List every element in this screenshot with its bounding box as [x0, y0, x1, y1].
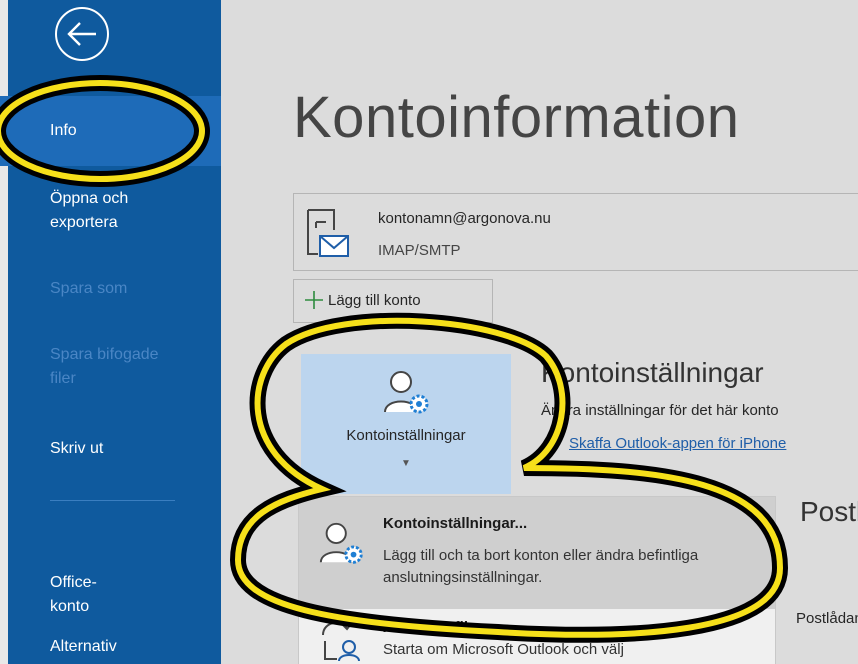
page-title: Kontoinformation — [293, 85, 740, 150]
sidebar-item-save-as[interactable]: Spara som — [0, 280, 221, 310]
sidebar-item-label: Office- — [50, 574, 97, 591]
profile-switch-icon — [322, 621, 360, 662]
sidebar-item-save-attachments[interactable]: Spara bifogade filer — [0, 346, 221, 398]
sidebar-item-label: Öppna och — [50, 190, 129, 207]
sidebar-item-info[interactable]: Info — [0, 96, 221, 166]
sidebar-item-label: exportera — [50, 214, 118, 231]
menu-item-change-profile[interactable]: Ändra profil Starta om Microsoft Outlook… — [299, 609, 775, 664]
account-email: kontonamn@argonova.nu — [378, 210, 551, 227]
account-settings-button[interactable]: Kontoinställningar ▼ — [301, 354, 511, 494]
sidebar-item-label: konto — [50, 598, 90, 615]
section-title: Kontoinställningar — [541, 357, 764, 388]
user-settings-icon — [319, 522, 363, 564]
sidebar-divider — [50, 500, 175, 501]
outlook-backstage: Info Öppna och exportera Spara som Spara… — [0, 0, 858, 664]
mailbox-section-description: Postlådan genom — [796, 610, 858, 627]
account-type: IMAP/SMTP — [378, 242, 461, 259]
account-settings-dropdown: Kontoinställningar... Lägg till och ta b… — [298, 496, 776, 664]
menu-item-description: Starta om Microsoft Outlook och välj — [383, 641, 624, 658]
menu-item-account-settings[interactable]: Kontoinställningar... Lägg till och ta b… — [299, 497, 775, 609]
mailbox-section-title: Postlåda — [800, 496, 858, 527]
back-arrow-icon[interactable] — [52, 4, 112, 64]
sidebar-item-open-export[interactable]: Öppna och exportera — [0, 190, 221, 250]
add-account-button[interactable]: Lägg till konto — [293, 279, 493, 323]
add-account-label: Lägg till konto — [328, 292, 421, 309]
chevron-down-icon: ▼ — [401, 458, 411, 469]
user-settings-icon — [384, 371, 429, 414]
menu-item-title: Kontoinställningar... — [383, 515, 528, 532]
outlook-app-link[interactable]: Skaffa Outlook-appen för iPhone — [569, 435, 786, 452]
sidebar-item-options[interactable]: Alternativ — [0, 638, 221, 664]
sidebar-item-label: Info — [50, 122, 77, 139]
sidebar-item-label: Skriv ut — [50, 440, 104, 457]
backstage-sidebar: Info Öppna och exportera Spara som Spara… — [0, 0, 221, 664]
mail-account-icon — [307, 209, 349, 257]
menu-item-title: Ändra profil — [383, 619, 468, 636]
sidebar-item-label: Alternativ — [50, 638, 117, 655]
sidebar-item-print[interactable]: Skriv ut — [0, 440, 221, 470]
sidebar-item-label: Spara bifogade — [50, 346, 159, 363]
plus-icon — [305, 291, 323, 309]
account-settings-label: Kontoinställningar — [346, 427, 466, 444]
menu-item-description: Lägg till och ta bort konton eller ändra… — [383, 547, 699, 586]
sidebar-item-label: Spara som — [50, 280, 128, 297]
sidebar-item-office-account[interactable]: Office- konto — [0, 574, 221, 626]
section-description: Ändra inställningar för det här konto — [541, 402, 779, 419]
sidebar-item-label: filer — [50, 370, 76, 387]
account-selector[interactable]: kontonamn@argonova.nu IMAP/SMTP — [293, 193, 858, 271]
